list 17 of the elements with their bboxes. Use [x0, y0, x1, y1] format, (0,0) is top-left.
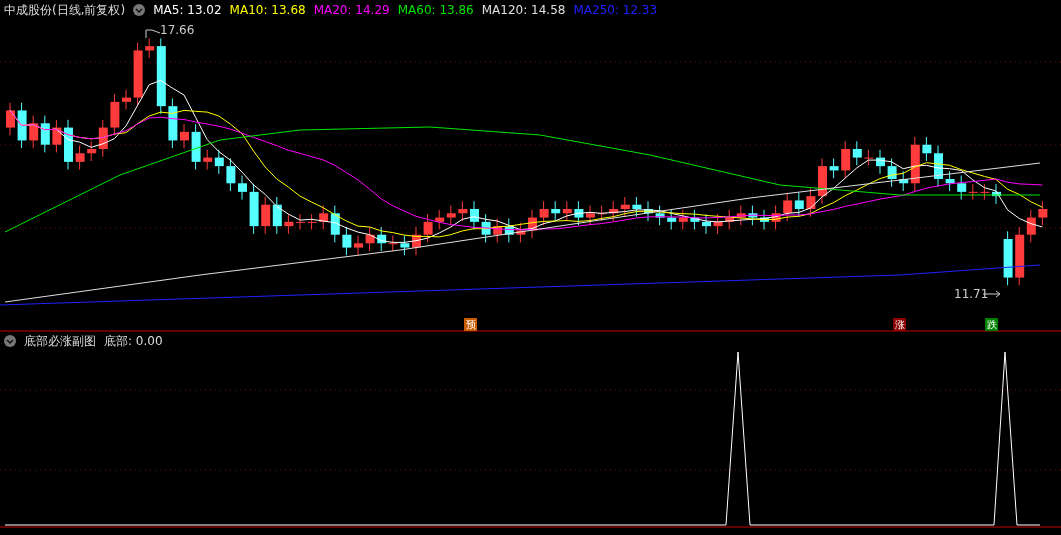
moving-average-label: MA5: 13.02 — [153, 3, 222, 17]
signal-marker: 预 — [464, 318, 477, 331]
indicator-reading: 底部: 0.00 — [104, 334, 163, 348]
chart-title: 中成股份(日线,前复权) — [4, 3, 126, 17]
moving-average-label: MA250: 12.33 — [573, 3, 658, 17]
leader-line — [145, 29, 161, 39]
dropdown-icon[interactable] — [4, 335, 16, 347]
signal-marker: 涨 — [893, 318, 906, 331]
moving-average-label: MA60: 13.86 — [397, 3, 474, 17]
moving-average-label: MA10: 13.68 — [229, 3, 306, 17]
signal-marker: 跌 — [985, 318, 998, 331]
moving-average-label: MA20: 14.29 — [313, 3, 390, 17]
high-price-label: 17.66 — [160, 23, 195, 37]
dropdown-icon[interactable] — [133, 4, 146, 16]
moving-average-label: MA120: 14.58 — [481, 3, 566, 17]
low-price-label: 11.71 — [954, 287, 989, 301]
indicator-title: 底部必涨副图 — [24, 334, 96, 348]
